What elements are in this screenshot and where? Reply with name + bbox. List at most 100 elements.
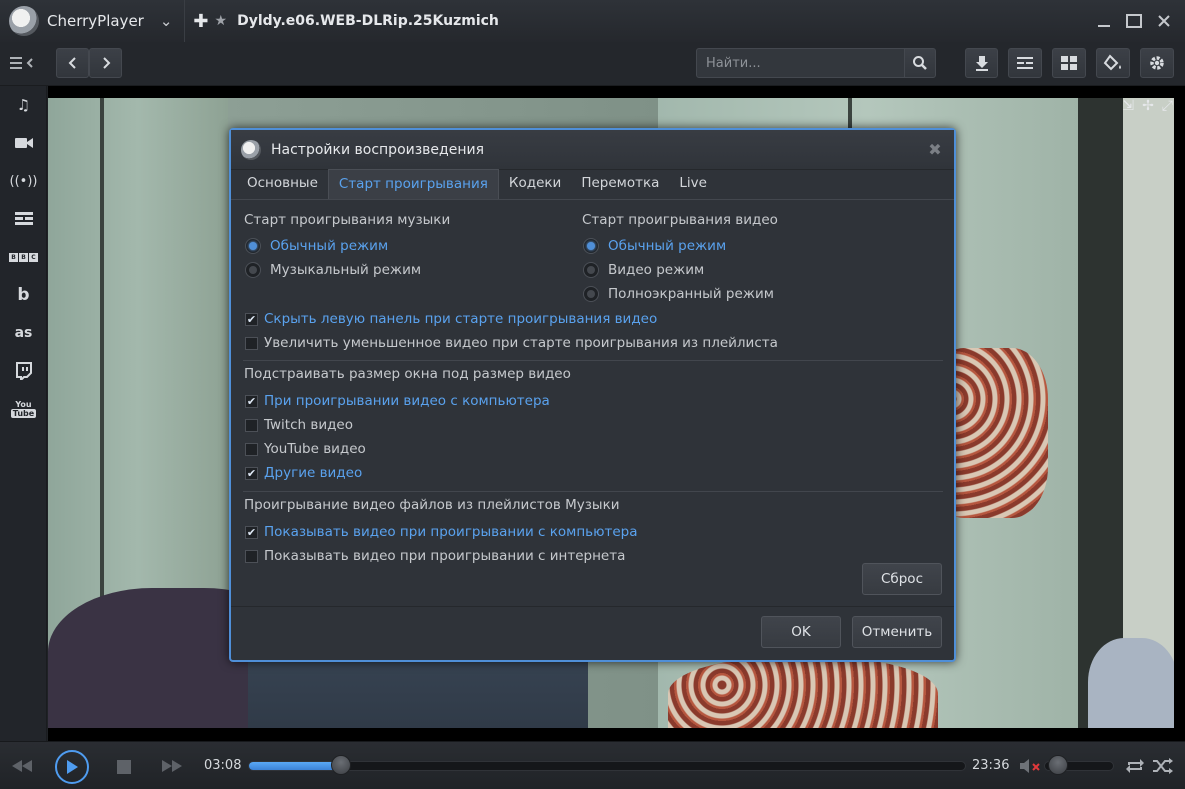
search-icon <box>913 56 927 70</box>
radio-unselected-icon <box>245 262 261 278</box>
tab-live[interactable]: Live <box>669 169 717 199</box>
checkbox-label: Twitch видео <box>264 417 353 433</box>
dialog-logo-icon <box>241 139 261 160</box>
seek-progress <box>249 762 342 770</box>
media-title: Dyldy.e06.WEB-DLRip.25Kuzmich <box>237 13 499 29</box>
show-video-local-checkbox[interactable]: ✔ Показывать видео при проигрывании с ком… <box>245 524 638 540</box>
checkbox-label: Другие видео <box>264 465 363 481</box>
tv-guide-icon <box>14 212 33 225</box>
resize-other-video-checkbox[interactable]: ✔ Другие видео <box>245 465 362 481</box>
checkbox-unchecked-icon <box>245 418 258 432</box>
dialog-footer-divider <box>231 606 954 607</box>
video-camera-icon <box>14 138 33 148</box>
video-start-title: Старт проигрывания видео <box>582 212 778 228</box>
sidebar-item-bbc[interactable]: BBC <box>0 238 47 276</box>
music-start-title: Старт проигрывания музыки <box>244 212 451 228</box>
player-controls: 03:08 23:36 <box>0 741 1185 789</box>
hide-left-panel-checkbox[interactable]: ✔ Скрыть левую панель при старте проигрыв… <box>245 311 657 327</box>
favorite-star-icon[interactable]: ★ <box>215 13 228 29</box>
shuffle-icon[interactable] <box>1151 756 1175 776</box>
app-name[interactable]: CherryPlayer <box>47 12 144 30</box>
mute-icon[interactable] <box>1018 756 1044 776</box>
sidebar-toggle-icon[interactable] <box>4 48 42 78</box>
minimize-icon[interactable] <box>1091 8 1117 34</box>
ok-button[interactable]: OK <box>761 616 841 648</box>
resize-twitch-checkbox[interactable]: Twitch видео <box>245 417 353 433</box>
add-tab-icon[interactable]: ✚ <box>193 11 208 32</box>
tab-seeking[interactable]: Перемотка <box>571 169 669 199</box>
section-divider <box>243 360 943 361</box>
checkbox-label: Показывать видео при проигрывании с комп… <box>264 524 638 540</box>
maximize-icon[interactable] <box>1121 8 1147 34</box>
paint-bucket-icon <box>1103 54 1121 71</box>
settings-tabs: Основные Старт проигрывания Кодеки Перем… <box>231 169 954 200</box>
seek-handle[interactable] <box>331 755 351 775</box>
checkbox-label: Показывать видео при проигрывании с инте… <box>264 548 626 564</box>
video-overlay-controls: ⇲ ✢ ⤢ <box>1122 98 1173 114</box>
gear-icon <box>1150 56 1164 70</box>
playback-settings-dialog: Настройки воспроизведения ✖ Основные Ста… <box>229 128 956 662</box>
toolbar <box>0 42 1185 86</box>
search-input[interactable] <box>696 48 905 78</box>
playlist-video-title: Проигрывание видео файлов из плейлистов … <box>244 497 620 513</box>
sidebar-item-youtube[interactable]: You Tube <box>0 390 47 428</box>
next-icon[interactable] <box>158 756 186 776</box>
close-icon[interactable] <box>1151 8 1177 34</box>
radio-unselected-icon <box>583 286 599 302</box>
app-menu-chevron-icon[interactable]: ⌄ <box>160 12 173 30</box>
fullscreen-icon[interactable]: ⤢ <box>1162 98 1173 114</box>
back-button[interactable] <box>56 48 89 78</box>
radio-label: Обычный режим <box>270 238 389 254</box>
forward-button[interactable] <box>89 48 122 78</box>
cherryplayer-logo-icon[interactable] <box>9 6 39 36</box>
settings-button[interactable] <box>1140 48 1174 78</box>
music-normal-mode-radio[interactable]: Обычный режим <box>245 238 388 254</box>
reset-button[interactable]: Сброс <box>862 563 942 595</box>
checkbox-label: Скрыть левую панель при старте проигрыва… <box>264 311 658 327</box>
dialog-close-icon[interactable]: ✖ <box>924 138 946 160</box>
resize-local-video-checkbox[interactable]: ✔ При проигрывании видео с компьютера <box>245 393 550 409</box>
enlarge-small-video-checkbox[interactable]: Увеличить уменьшенное видео при старте п… <box>245 335 778 351</box>
music-note-icon: ♫ <box>16 96 31 114</box>
sidebar-item-music[interactable]: ♫ <box>0 86 47 124</box>
sidebar-item-radio[interactable]: ((•)) <box>0 162 47 200</box>
elapsed-time: 03:08 <box>204 758 242 773</box>
radio-label: Обычный режим <box>608 238 727 254</box>
checkbox-checked-icon: ✔ <box>245 466 258 480</box>
title-separator <box>184 0 186 42</box>
stop-icon[interactable] <box>114 757 134 777</box>
checkbox-unchecked-icon <box>245 336 258 350</box>
shrink-icon[interactable]: ✢ <box>1142 98 1154 114</box>
resize-youtube-checkbox[interactable]: YouTube видео <box>245 441 366 457</box>
volume-handle[interactable] <box>1048 755 1068 775</box>
checkbox-unchecked-icon <box>245 549 258 563</box>
seek-bar[interactable] <box>248 761 966 771</box>
sidebar-item-video[interactable] <box>0 124 47 162</box>
skin-button[interactable] <box>1096 48 1130 78</box>
radio-label: Видео режим <box>608 262 705 278</box>
show-video-internet-checkbox[interactable]: Показывать видео при проигрывании с инте… <box>245 548 625 564</box>
cancel-button[interactable]: Отменить <box>852 616 942 648</box>
previous-icon[interactable] <box>8 756 36 776</box>
repeat-icon[interactable] <box>1124 756 1146 776</box>
sidebar-item-lastfm[interactable]: as <box>0 314 47 352</box>
sidebar-item-bandcamp[interactable]: b <box>0 276 47 314</box>
tab-playback-start[interactable]: Старт проигрывания <box>327 169 499 199</box>
list-view-button[interactable] <box>1008 48 1042 78</box>
search-button[interactable] <box>904 48 936 78</box>
total-time: 23:36 <box>972 758 1010 773</box>
popout-icon[interactable]: ⇲ <box>1122 98 1134 114</box>
sidebar-item-tv[interactable] <box>0 200 47 238</box>
video-video-mode-radio[interactable]: Видео режим <box>583 262 704 278</box>
sidebar-item-twitch[interactable] <box>0 352 47 390</box>
download-button[interactable] <box>965 48 998 78</box>
video-fullscreen-mode-radio[interactable]: Полноэкранный режим <box>583 286 774 302</box>
tab-codecs[interactable]: Кодеки <box>499 169 571 199</box>
radio-selected-icon <box>245 238 261 254</box>
music-music-mode-radio[interactable]: Музыкальный режим <box>245 262 421 278</box>
grid-view-button[interactable] <box>1052 48 1086 78</box>
video-normal-mode-radio[interactable]: Обычный режим <box>583 238 726 254</box>
play-button[interactable] <box>55 750 89 784</box>
radio-selected-icon <box>583 238 599 254</box>
tab-basic[interactable]: Основные <box>237 169 328 199</box>
